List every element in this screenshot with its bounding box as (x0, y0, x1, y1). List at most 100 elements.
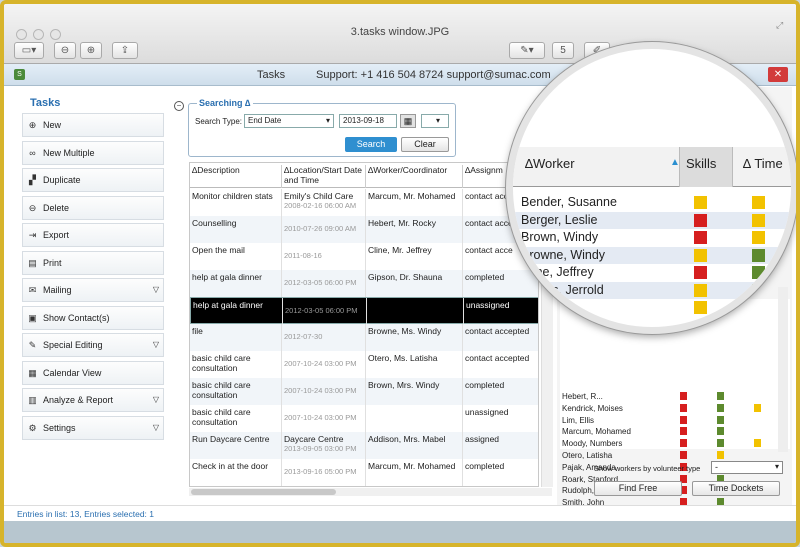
table-row[interactable]: Monitor children stats Emily's Child Care… (190, 189, 538, 216)
cell-desc-text: basic child care consultation (192, 353, 251, 373)
resize-icon[interactable]: ⤢ (776, 20, 788, 32)
table-row[interactable]: help at gala dinner 2012-03-05 06:00 PM un… (190, 297, 538, 325)
sidebar-item-delete[interactable]: ⊖ Delete (22, 195, 164, 220)
cell-desc-text: Open the mail (192, 245, 245, 255)
sidebar-item-special-editing[interactable]: ✎ Special Editing ▽ (22, 333, 164, 357)
zoom-out-button[interactable]: ⊖ (54, 42, 76, 59)
chevron-down-icon[interactable]: ▽ (153, 417, 159, 439)
sidebar-item-print[interactable]: ▤ Print (22, 250, 164, 275)
sidebar-item-export[interactable]: ⇥ Export (22, 223, 164, 247)
time-dockets-button[interactable]: Time Dockets (692, 481, 780, 496)
mag-col-time[interactable]: ∆ Time (743, 156, 783, 171)
sidebar-item-mailing[interactable]: ✉ Mailing ▽ (22, 278, 164, 302)
table-row[interactable]: Counselling 2010-07-26 09:00 AM Hebert, Mr… (190, 216, 538, 243)
mag-worker-row[interactable]: Collins, Jerrold (513, 281, 791, 299)
sidebar-item-new-multiple[interactable]: ∞ New Multiple (22, 140, 164, 165)
sidebar-heading: Tasks (30, 97, 61, 109)
close-icon[interactable]: ✕ (768, 67, 788, 82)
date-operator-select[interactable]: ▾ (421, 114, 449, 128)
sidebar-item-new[interactable]: ⊕ New (22, 113, 164, 137)
cell-desc-text: help at gala dinner (192, 272, 262, 282)
rotate-button[interactable]: 5 (552, 42, 574, 59)
mag-col-skills[interactable]: Skills ▲ (670, 147, 733, 187)
cell-desc: Open the mail (190, 243, 282, 270)
status-indicator (754, 403, 761, 412)
sidebar-item-label: Print (43, 257, 62, 268)
sidebar-item-analyze-report[interactable]: ▥ Analyze & Report ▽ (22, 388, 164, 412)
table-row[interactable]: Check in at the door 2013-09-16 05:00 PM M… (190, 459, 538, 486)
sidebar-item-settings[interactable]: ⚙ Settings ▽ (22, 415, 164, 440)
cell-desc-text: Run Daycare Centre (192, 434, 270, 444)
find-free-button[interactable]: Find Free (594, 481, 682, 496)
sidebar-item-show-contact-s-[interactable]: ▣ Show Contact(s) (22, 305, 164, 330)
table-row[interactable]: basic child care consultation 2007-10-24 … (190, 405, 538, 432)
cell-desc-text: file (192, 326, 203, 336)
mag-worker-row[interactable]: Browne, Windy (513, 246, 791, 264)
cell-date-text: 2007-10-24 03:00 PM (284, 386, 357, 395)
volunteer-type-select[interactable]: - ▾ (711, 461, 783, 474)
sidebar-item-duplicate[interactable]: ▞ Duplicate (22, 168, 164, 192)
chevron-down-icon[interactable]: ▽ (153, 334, 159, 356)
cell-desc-text: Monitor children stats (192, 191, 273, 201)
mag-worker-row[interactable]: Kathleen (513, 299, 791, 317)
calendar-picker-icon[interactable]: ▦ (400, 114, 416, 128)
cell-date-text: 2012-03-05 06:00 PM (284, 278, 357, 287)
cell-desc: file (190, 324, 282, 351)
share-button[interactable]: ⇪ (112, 42, 138, 59)
mailing-icon: ✉ (28, 285, 37, 295)
table-row[interactable]: basic child care consultation 2007-10-24 … (190, 351, 538, 378)
mag-col-worker[interactable]: ∆Worker (525, 156, 575, 171)
col-description[interactable]: ∆Description (190, 165, 282, 188)
date-field[interactable]: 2013-09-18 (339, 114, 397, 128)
search-button[interactable]: Search (345, 137, 397, 152)
chevron-down-icon[interactable]: ▽ (153, 389, 159, 411)
cell-desc: help at gala dinner (191, 298, 283, 325)
col-location[interactable]: ∆Location/Start Date and Time (282, 165, 366, 188)
mag-worker-name: Bender, Susanne (521, 195, 617, 209)
worker-row[interactable]: Marcum, Mohamed (562, 426, 782, 437)
collapse-search-icon[interactable]: − (174, 101, 184, 111)
mag-worker-row[interactable]: Cline, Jeffrey (513, 264, 791, 282)
table-row[interactable]: file 2012-07-30 Browne, Ms. Windy contact a… (190, 324, 538, 351)
sidebar-item-label: Export (43, 230, 70, 240)
table-row[interactable]: Open the mail 2011-08-16 Cline, Mr. Jeffre… (190, 243, 538, 270)
worker-row[interactable]: Otero, Latisha (562, 450, 782, 461)
search-type-select[interactable]: End Date ▾ (244, 114, 334, 128)
worker-row[interactable]: Lim, Ellis (562, 415, 782, 426)
scroll-thumb[interactable] (191, 489, 336, 495)
mag-worker-row[interactable]: Bender, Susanne (513, 194, 791, 212)
cell-desc: Monitor children stats (190, 189, 282, 216)
chevron-down-icon[interactable]: ▽ (153, 279, 159, 301)
markup-button[interactable]: ✎▾ (509, 42, 545, 59)
table-row[interactable]: Run Daycare Centre Daycare Centre 2013-09-… (190, 432, 538, 459)
table-horizontal-scrollbar[interactable] (189, 488, 552, 496)
worker-row[interactable]: Moody, Numbers (562, 438, 782, 449)
show-workers-label: Show workers by volunteer type (594, 464, 701, 473)
cell-status-text: unassigned (465, 407, 509, 417)
new-multiple-icon: ∞ (29, 147, 36, 158)
mag-worker-row[interactable]: Berger, Leslie (513, 211, 791, 229)
cell-worker-text: Marcum, Mr. Mohamed (368, 191, 456, 201)
sidebar-toggle-button[interactable]: ▭▾ (14, 42, 44, 59)
table-row[interactable]: basic child care consultation 2007-10-24 … (190, 378, 538, 405)
status-indicator (717, 415, 724, 424)
col-worker[interactable]: ∆Worker/Coordinator (366, 165, 463, 188)
search-type-label: Search Type: (195, 117, 242, 126)
clear-button[interactable]: Clear (401, 137, 449, 152)
status-indicator (717, 439, 724, 448)
sidebar-item-label: New (43, 120, 62, 130)
zoom-in-button[interactable]: ⊕ (80, 42, 102, 59)
table-header: ∆Description ∆Location/Start Date and Ti… (190, 163, 538, 188)
sidebar-item-calendar-view[interactable]: ▦ Calendar View (22, 360, 164, 385)
worker-row[interactable]: Hebert, R... (562, 391, 782, 402)
cell-date-text: 2008-02-16 06:00 AM (284, 201, 357, 210)
status-indicator (694, 266, 707, 279)
mag-worker-row[interactable]: Brown, Windy (513, 229, 791, 247)
mag-worker-name: Browne, Windy (521, 247, 606, 262)
cell-desc: basic child care consultation (190, 351, 282, 378)
table-row[interactable]: help at gala dinner 2012-03-05 06:00 PM Gi… (190, 270, 538, 297)
worker-row[interactable]: Kendrick, Moises (562, 403, 782, 414)
cell-loc: Emily's Child Care 2008-02-16 06:00 AM (282, 189, 366, 216)
cell-loc: 2007-10-24 03:00 PM (282, 378, 366, 405)
cell-date-text: 2013-09-16 05:00 PM (284, 467, 357, 476)
